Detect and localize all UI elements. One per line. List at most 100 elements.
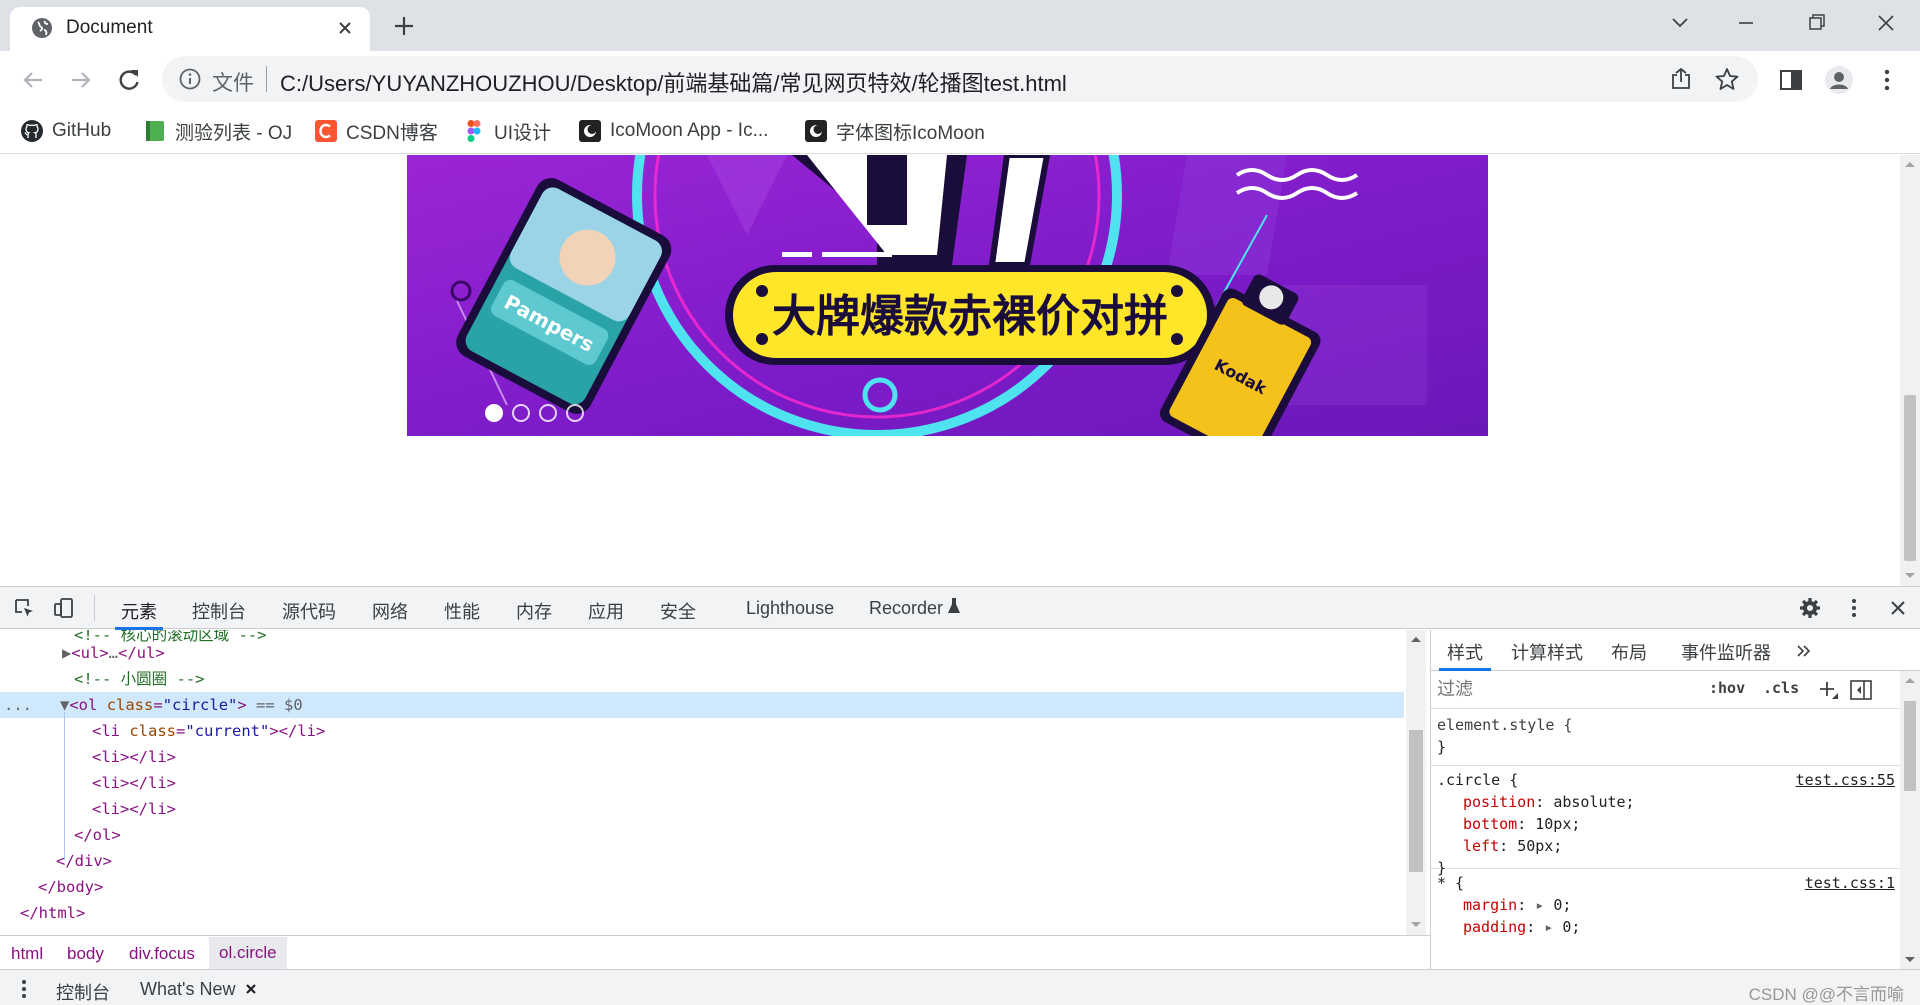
tab-elements[interactable]: 元素 xyxy=(115,598,163,630)
elements-scrollbar-thumb[interactable] xyxy=(1409,730,1423,872)
styles-scrollbar[interactable] xyxy=(1900,671,1920,969)
close-icon[interactable] xyxy=(334,17,356,39)
new-tab-plus-icon[interactable] xyxy=(390,12,418,40)
css-property[interactable]: position: absolute; xyxy=(1431,791,1901,813)
device-toolbar-icon[interactable] xyxy=(52,596,76,620)
dom-node-html-close[interactable]: </html> xyxy=(0,900,1404,926)
bookmark-csdn[interactable]: CSDN博客 xyxy=(314,116,438,146)
cls-toggle[interactable]: .cls xyxy=(1763,679,1799,697)
drawer-menu-icon[interactable] xyxy=(14,978,34,1000)
restore-icon[interactable] xyxy=(1796,8,1836,38)
tab-application[interactable]: 应用 xyxy=(588,598,624,624)
expand-triangle-icon[interactable]: ▶ xyxy=(62,644,71,662)
tab-performance[interactable]: 性能 xyxy=(444,598,480,624)
tab-layout[interactable]: 布局 xyxy=(1611,639,1647,665)
scroll-down-arrow-icon[interactable] xyxy=(1409,920,1423,930)
tab-network[interactable]: 网络 xyxy=(372,598,408,624)
breadcrumb-body[interactable]: body xyxy=(67,944,104,964)
elements-tree[interactable]: <!-- 核心的滚动区域 --> ▶<ul>…</ul> <!-- 小圆圈 --… xyxy=(0,630,1426,935)
page-scrollbar[interactable] xyxy=(1900,155,1920,586)
dom-node-ol-close[interactable]: </ol> xyxy=(0,822,1404,848)
tab-computed[interactable]: 计算样式 xyxy=(1511,639,1583,665)
tab-styles[interactable]: 样式 xyxy=(1439,639,1491,671)
browser-tab[interactable]: Document xyxy=(10,7,370,51)
expand-triangle-icon[interactable]: ▸ xyxy=(1535,918,1562,936)
bookmark-icomoon-app[interactable]: IcoMoon App - Ic... xyxy=(578,116,768,146)
breadcrumb-html[interactable]: html xyxy=(11,944,43,964)
forward-arrow-icon[interactable] xyxy=(66,65,96,95)
tab-lighthouse[interactable]: Lighthouse xyxy=(746,598,834,619)
styles-filter-input[interactable] xyxy=(1437,675,1693,703)
drawer-tab-console[interactable]: 控制台 xyxy=(56,979,110,1005)
css-property[interactable]: left: 50px; xyxy=(1431,835,1901,857)
dom-node-ol-selected[interactable]: ... ▼<ol class="circle"> == $0 xyxy=(0,692,1404,718)
dom-node-li-current[interactable]: <li class="current"></li> xyxy=(0,718,1404,744)
rule-source-link[interactable]: test.css:55 xyxy=(1796,769,1895,791)
info-icon[interactable] xyxy=(178,67,202,91)
settings-gear-icon[interactable] xyxy=(1798,596,1822,620)
bookmark-star-icon[interactable] xyxy=(1714,66,1740,92)
drawer-tab-whats-new[interactable]: What's New xyxy=(140,979,235,1000)
scroll-up-arrow-icon[interactable] xyxy=(1409,634,1423,644)
tab-search-chevron-icon[interactable] xyxy=(1660,8,1700,38)
hov-toggle[interactable]: :hov xyxy=(1709,679,1745,697)
dom-node-div-close[interactable]: </div> xyxy=(0,848,1404,874)
bookmark-icomoon-font[interactable]: 字体图标IcoMoon xyxy=(804,116,985,146)
expand-triangle-icon[interactable]: ▸ xyxy=(1526,896,1553,914)
css-property[interactable]: padding: ▸ 0; xyxy=(1431,916,1901,938)
tab-console[interactable]: 控制台 xyxy=(192,598,246,624)
tab-memory[interactable]: 内存 xyxy=(516,598,552,624)
scroll-up-arrow-icon[interactable] xyxy=(1904,675,1916,685)
minimize-icon[interactable] xyxy=(1726,8,1766,38)
bookmark-oj[interactable]: 测验列表 - OJ xyxy=(143,116,292,146)
close-icon[interactable] xyxy=(244,982,258,996)
share-icon[interactable] xyxy=(1668,66,1694,92)
tab-event-listeners[interactable]: 事件监听器 xyxy=(1681,639,1771,665)
carousel-dot-current[interactable] xyxy=(485,404,503,422)
css-property[interactable]: bottom: 10px; xyxy=(1431,813,1901,835)
dom-node-comment[interactable]: <!-- 小圆圈 --> xyxy=(0,666,1404,692)
dom-node-li[interactable]: <li></li> xyxy=(0,796,1404,822)
new-rule-plus-icon[interactable] xyxy=(1817,679,1839,701)
toggle-sidebar-icon[interactable] xyxy=(1849,679,1873,701)
tab-security[interactable]: 安全 xyxy=(660,598,696,624)
bookmark-github[interactable]: GitHub xyxy=(20,116,111,146)
reload-icon[interactable] xyxy=(114,65,144,95)
page-scrollbar-thumb[interactable] xyxy=(1904,395,1916,561)
breadcrumb-div-focus[interactable]: div.focus xyxy=(129,944,195,964)
devtools-more-icon[interactable] xyxy=(1842,596,1866,620)
rule-universal[interactable]: * { test.css:1 margin: ▸ 0; padding: ▸ 0… xyxy=(1431,870,1901,969)
window-close-icon[interactable] xyxy=(1866,8,1906,38)
carousel-dot[interactable] xyxy=(566,404,584,422)
tab-recorder[interactable]: Recorder xyxy=(869,598,943,619)
scroll-down-arrow-icon[interactable] xyxy=(1904,955,1916,965)
dom-node-body-close[interactable]: </body> xyxy=(0,874,1404,900)
css-property[interactable]: margin: ▸ 0; xyxy=(1431,894,1901,916)
kebab-menu-icon[interactable] xyxy=(1872,65,1902,95)
rule-element-style[interactable]: element.style { } xyxy=(1431,710,1901,766)
scroll-down-arrow-icon[interactable] xyxy=(1903,571,1917,581)
dom-node-li[interactable]: <li></li> xyxy=(0,744,1404,770)
more-tabs-chevron-icon[interactable] xyxy=(1795,642,1813,660)
profile-avatar-icon[interactable] xyxy=(1824,65,1854,95)
breadcrumb-ol-circle[interactable]: ol.circle xyxy=(209,937,287,969)
rule-circle[interactable]: .circle { test.css:55 position: absolute… xyxy=(1431,767,1901,877)
scroll-up-arrow-icon[interactable] xyxy=(1903,159,1917,169)
devtools-close-icon[interactable] xyxy=(1886,596,1910,620)
side-panel-icon[interactable] xyxy=(1776,65,1806,95)
address-bar[interactable]: 文件 C:/Users/YUYANZHOUZHOU/Desktop/前端基础篇/… xyxy=(162,56,1758,102)
carousel-dot[interactable] xyxy=(539,404,557,422)
dom-node-li[interactable]: <li></li> xyxy=(0,770,1404,796)
dom-node-ul[interactable]: ▶<ul>…</ul> xyxy=(0,640,1404,666)
bookmark-ui-design[interactable]: UI设计 xyxy=(462,116,551,146)
carousel-dot[interactable] xyxy=(512,404,530,422)
elements-scrollbar[interactable] xyxy=(1406,630,1426,935)
styles-scrollbar-thumb[interactable] xyxy=(1904,701,1916,791)
tab-sources[interactable]: 源代码 xyxy=(282,598,336,624)
node-actions-ellipsis[interactable]: ... xyxy=(4,696,32,714)
back-arrow-icon[interactable] xyxy=(18,65,48,95)
carousel-focus[interactable]: 大牌爆款赤裸价对拼 Pampers Kodak xyxy=(407,155,1488,436)
rule-source-link[interactable]: test.css:1 xyxy=(1805,872,1895,894)
inspect-element-icon[interactable] xyxy=(12,596,36,620)
url-text[interactable]: C:/Users/YUYANZHOUZHOU/Desktop/前端基础篇/常见网… xyxy=(280,66,1067,98)
